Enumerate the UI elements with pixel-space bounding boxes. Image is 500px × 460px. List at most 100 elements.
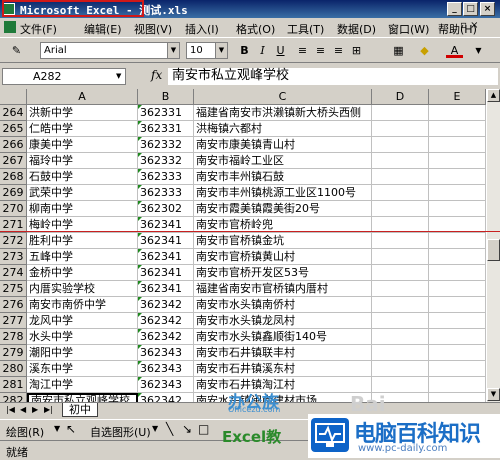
cell-e[interactable] (429, 297, 486, 313)
cell-c[interactable]: 南安市康美镇青山村 (194, 137, 372, 153)
row-header[interactable]: 277 (0, 313, 27, 329)
cell-b[interactable]: 362332 (138, 153, 194, 169)
sheet-tab-active[interactable]: 初中 (62, 403, 98, 417)
menu-item[interactable]: 插入(I) (185, 21, 219, 37)
cell-c[interactable]: 南安市石井镇溪东村 (194, 361, 372, 377)
cell-c[interactable]: 南安市水头镇南侨村 (194, 297, 372, 313)
menu-item[interactable]: 文件(F) (20, 21, 57, 37)
cell-c[interactable]: 福建省南安市官桥镇内厝村 (194, 281, 372, 297)
cell-e[interactable] (429, 313, 486, 329)
rectangle-tool-icon[interactable]: □ (198, 422, 209, 436)
cell-b[interactable]: 362332 (138, 137, 194, 153)
cell-e[interactable] (429, 281, 486, 297)
align-center-icon[interactable]: ≡ (312, 42, 329, 59)
cell-a[interactable]: 福玲中学 (27, 153, 138, 169)
menu-item[interactable]: 工具(T) (287, 21, 324, 37)
cell-e[interactable] (429, 137, 486, 153)
row-header[interactable]: 276 (0, 297, 27, 313)
cell-c[interactable]: 南安市丰州镇石鼓 (194, 169, 372, 185)
cell-b[interactable]: 362331 (138, 121, 194, 137)
cell-c[interactable]: 福建省南安市洪濑镇新大桥头西侧 (194, 105, 372, 121)
cell-b[interactable]: 362331 (138, 105, 194, 121)
cell-a[interactable]: 南安市私立观峰学校 (27, 393, 138, 402)
minimize-button[interactable]: _ (447, 2, 462, 16)
cell-b[interactable]: 362342 (138, 393, 194, 402)
cell-c[interactable]: 南安市霞美镇霞美街20号 (194, 201, 372, 217)
cell-c[interactable]: 南安市石井镇淘江村 (194, 377, 372, 393)
row-header[interactable]: 268 (0, 169, 27, 185)
cell-c[interactable]: 南安水头镇闽南建材市场 (194, 393, 372, 402)
cell-e[interactable] (429, 329, 486, 345)
next-sheet-icon[interactable]: ▶ (32, 405, 38, 414)
cell-a[interactable]: 南安市南侨中学 (27, 297, 138, 313)
cell-c[interactable]: 南安市官桥开发区53号 (194, 265, 372, 281)
cell-c[interactable]: 南安市官桥镇金坑 (194, 233, 372, 249)
row-header[interactable]: 264 (0, 105, 27, 121)
cell-d[interactable] (372, 249, 429, 265)
fill-color-icon[interactable]: ◆ (416, 42, 433, 59)
row-header[interactable]: 269 (0, 185, 27, 201)
cell-d[interactable] (372, 377, 429, 393)
cell-b[interactable]: 362343 (138, 361, 194, 377)
cell-a[interactable]: 武荣中学 (27, 185, 138, 201)
row-header[interactable]: 266 (0, 137, 27, 153)
cell-d[interactable] (372, 345, 429, 361)
cell-d[interactable] (372, 185, 429, 201)
cell-a[interactable]: 胜利中学 (27, 233, 138, 249)
name-box[interactable]: A282 (2, 68, 126, 85)
cell-e[interactable] (429, 153, 486, 169)
vertical-scrollbar[interactable]: ▲ ▼ (486, 89, 500, 402)
cell-a[interactable]: 五峰中学 (27, 249, 138, 265)
cell-b[interactable]: 362333 (138, 185, 194, 201)
cell-e[interactable] (429, 169, 486, 185)
bold-button[interactable]: B (236, 42, 253, 59)
select-all-corner[interactable] (0, 89, 27, 105)
cell-c[interactable]: 南安市水头镇鑫顺街140号 (194, 329, 372, 345)
row-header[interactable]: 282 (0, 393, 27, 402)
menu-item[interactable]: 编辑(E) (84, 21, 122, 37)
row-header[interactable]: 281 (0, 377, 27, 393)
cell-a[interactable]: 龙风中学 (27, 313, 138, 329)
borders-icon[interactable]: ▦ (390, 42, 407, 59)
row-header[interactable]: 265 (0, 121, 27, 137)
cell-b[interactable]: 362302 (138, 201, 194, 217)
cell-a[interactable]: 淘江中学 (27, 377, 138, 393)
menu-item[interactable]: 格式(O) (236, 21, 275, 37)
cell-e[interactable] (429, 377, 486, 393)
cell-d[interactable] (372, 361, 429, 377)
cell-d[interactable] (372, 329, 429, 345)
cell-a[interactable]: 潮阳中学 (27, 345, 138, 361)
menu-item[interactable]: 窗口(W) (388, 21, 429, 37)
cell-e[interactable] (429, 345, 486, 361)
cell-a[interactable]: 水头中学 (27, 329, 138, 345)
cell-b[interactable]: 362341 (138, 265, 194, 281)
cell-d[interactable] (372, 201, 429, 217)
cell-a[interactable]: 溪东中学 (27, 361, 138, 377)
row-header[interactable]: 273 (0, 249, 27, 265)
insert-function-button[interactable]: fx (151, 68, 162, 82)
row-header[interactable]: 267 (0, 153, 27, 169)
cell-b[interactable]: 362342 (138, 297, 194, 313)
cell-e[interactable] (429, 201, 486, 217)
cell-b[interactable]: 362342 (138, 329, 194, 345)
cell-b[interactable]: 362333 (138, 169, 194, 185)
merge-cells-icon[interactable]: ⊞ (348, 42, 365, 59)
cell-d[interactable] (372, 233, 429, 249)
font-color-dropdown-icon[interactable]: ▼ (470, 42, 487, 59)
cell-b[interactable]: 362342 (138, 313, 194, 329)
window-controls-icon[interactable]: _ ▫ × (452, 20, 479, 31)
draw-menu-button[interactable]: 绘图(R) (6, 424, 44, 440)
cell-b[interactable]: 362343 (138, 345, 194, 361)
scroll-down-icon[interactable]: ▼ (487, 388, 500, 401)
italic-button[interactable]: I (254, 42, 271, 59)
row-header[interactable]: 272 (0, 233, 27, 249)
cell-a[interactable]: 金桥中学 (27, 265, 138, 281)
cell-a[interactable]: 柳南中学 (27, 201, 138, 217)
close-button[interactable]: × (480, 2, 495, 16)
scroll-thumb[interactable] (487, 239, 500, 261)
cell-e[interactable] (429, 249, 486, 265)
arrow-tool-icon[interactable]: ↘ (182, 422, 192, 436)
cell-e[interactable] (429, 105, 486, 121)
cell-d[interactable] (372, 105, 429, 121)
formula-input[interactable]: 南安市私立观峰学校 (168, 68, 498, 85)
